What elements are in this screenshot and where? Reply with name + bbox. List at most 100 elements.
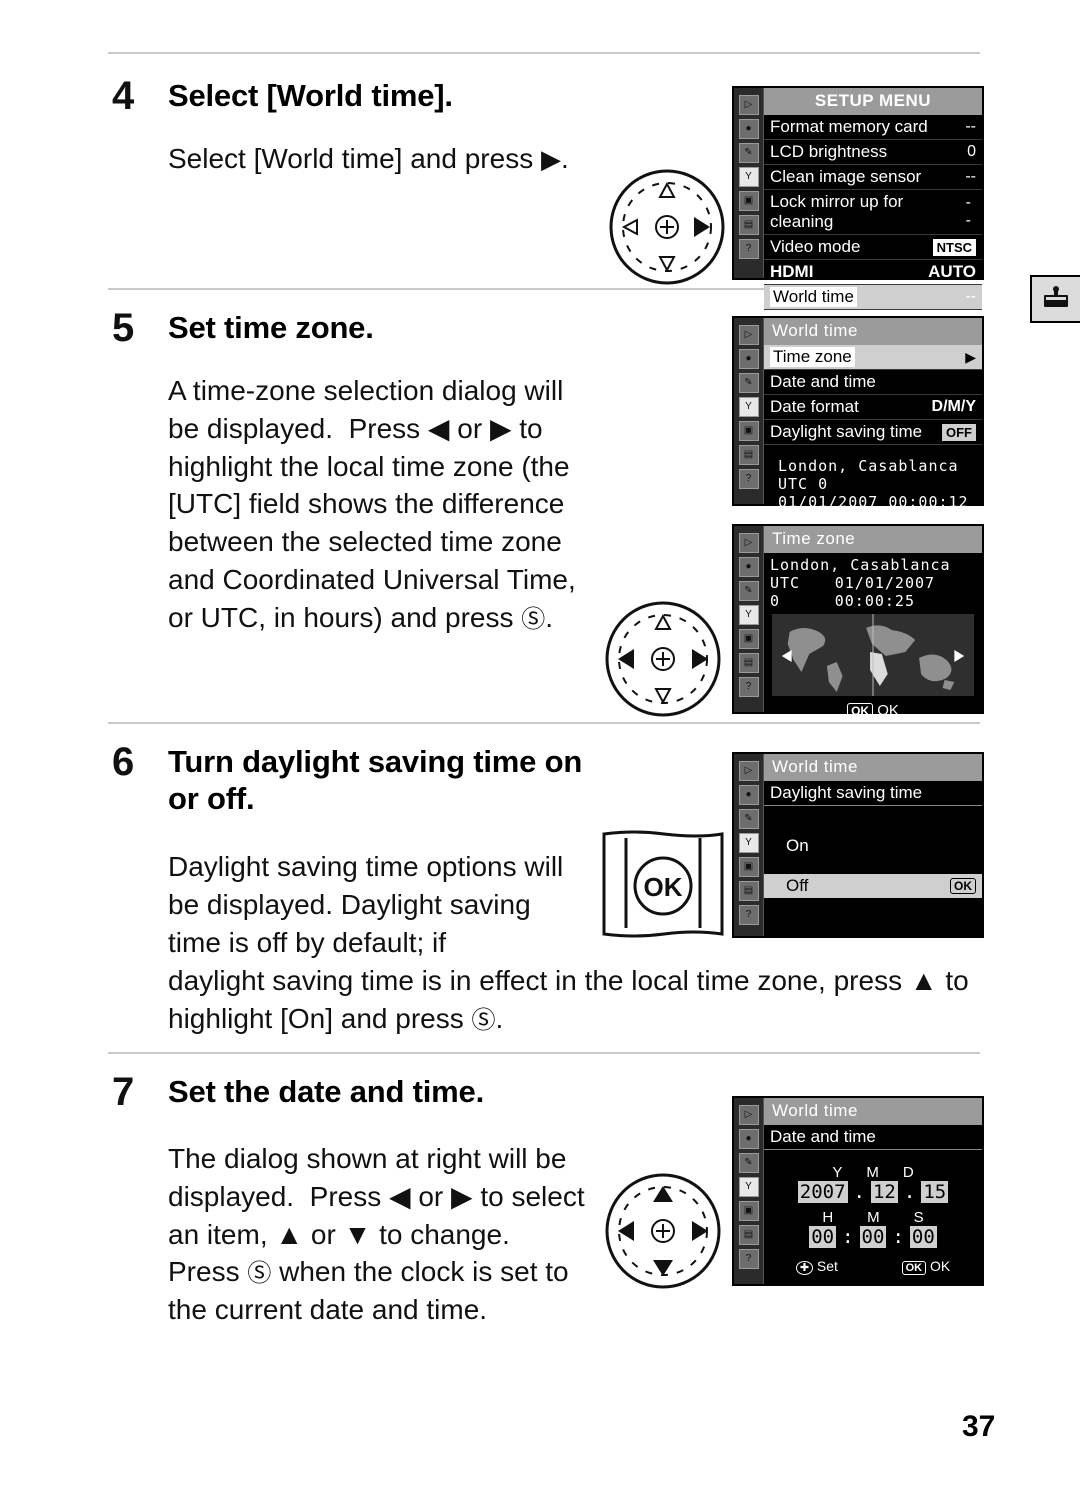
recent-settings-icon-3[interactable]: ▤: [738, 653, 759, 673]
step-6-body-2: daylight saving time is in effect in the…: [168, 965, 969, 1034]
dt-value-day[interactable]: 15: [921, 1181, 949, 1203]
menu-rail-2: ▷ ● ✎ Y ▣ ▤ ?: [734, 318, 764, 504]
playback-menu-icon-5[interactable]: ▷: [738, 1105, 759, 1125]
shooting-menu-icon-5[interactable]: ●: [738, 1129, 759, 1149]
help-icon-5[interactable]: ?: [738, 1249, 759, 1269]
divider-step6: [108, 722, 980, 724]
wt-row-dateformat-value: D/M/Y: [931, 398, 976, 415]
help-icon-2[interactable]: ?: [738, 469, 759, 489]
playback-menu-icon-3[interactable]: ▷: [738, 533, 759, 553]
custom-settings-icon-4[interactable]: ✎: [738, 809, 759, 829]
menu-row-video[interactable]: Video mode NTSC: [764, 235, 982, 260]
dst-option-off[interactable]: Off OK: [764, 874, 982, 898]
screen-world-time: ▷ ● ✎ Y ▣ ▤ ? World time Time zone ▶ Dat…: [732, 316, 984, 511]
left-arrow-glyph-1: ◀: [427, 412, 450, 444]
playback-menu-icon[interactable]: ▷: [738, 95, 759, 115]
setup-menu-icon-rail-5[interactable]: Y: [738, 1177, 759, 1197]
menu-row-hdmi[interactable]: HDMI AUTO: [764, 260, 982, 285]
wt-row-timezone[interactable]: Time zone ▶: [764, 345, 982, 370]
dt-fields: Y M D 2007 . 12 . 15 H M S 00: 00: 00: [764, 1150, 982, 1248]
menu-row-format-value: --: [965, 118, 976, 135]
shooting-menu-icon[interactable]: ●: [738, 119, 759, 139]
dt-hms-values[interactable]: 00 : 00 : 00: [764, 1226, 982, 1248]
custom-settings-icon-3[interactable]: ✎: [738, 581, 759, 601]
dt-value-month[interactable]: 12: [870, 1181, 898, 1203]
dt-value-minute[interactable]: 00: [859, 1226, 887, 1248]
left-arrow-glyph-2: ◀: [389, 1180, 411, 1212]
tz-location: London, Casablanca: [770, 556, 951, 574]
setup-menu-icon-rail[interactable]: Y: [738, 167, 759, 187]
setup-menu-body: SETUP MENU Format memory card -- LCD brig…: [764, 88, 982, 335]
step-6-heading: Turn daylight saving time on or off.: [168, 744, 583, 816]
date-time-body: World time Date and time Y M D 2007 . 12…: [764, 1098, 982, 1284]
wt-row-dateformat[interactable]: Date format D/M/Y: [764, 395, 982, 420]
playback-menu-icon-4[interactable]: ▷: [738, 761, 759, 781]
dst-option-on[interactable]: On: [764, 834, 982, 858]
multi-selector-diagram-1: [608, 168, 726, 286]
recent-settings-icon[interactable]: ▤: [738, 215, 759, 235]
retouch-menu-icon-5[interactable]: ▣: [738, 1201, 759, 1221]
tz-ok-hint: OK OK: [764, 702, 982, 719]
wt-info-location: London, Casablanca: [778, 457, 959, 475]
help-icon[interactable]: ?: [738, 239, 759, 259]
menu-row-hdmi-label: HDMI: [770, 262, 814, 281]
wt-row-dst-value: OFF: [942, 423, 976, 441]
dt-value-second[interactable]: 00: [909, 1226, 937, 1248]
world-time-title: World time: [764, 318, 982, 345]
custom-settings-icon[interactable]: ✎: [738, 143, 759, 163]
shooting-menu-icon-2[interactable]: ●: [738, 349, 759, 369]
svg-text:OK: OK: [644, 872, 683, 902]
retouch-menu-icon[interactable]: ▣: [738, 191, 759, 211]
dt-value-year[interactable]: 2007: [797, 1181, 848, 1203]
step-5-body: A time-zone selection dialog will be dis…: [168, 375, 576, 633]
ok-button-diagram: OK: [600, 828, 726, 938]
shooting-menu-icon-4[interactable]: ●: [738, 785, 759, 805]
dt-ymd-labels: Y M D: [764, 1164, 982, 1181]
retouch-menu-icon-2[interactable]: ▣: [738, 421, 759, 441]
dst-title: World time: [764, 754, 982, 781]
menu-row-clean-label: Clean image sensor: [770, 167, 922, 186]
dst-subtitle-row: Daylight saving time: [764, 781, 982, 806]
shooting-menu-icon-3[interactable]: ●: [738, 557, 759, 577]
dt-ymd-values[interactable]: 2007 . 12 . 15: [764, 1181, 982, 1203]
dt-ok-label: OK: [929, 1258, 951, 1274]
tz-info: London, Casablanca UTC 0 01/01/2007 00:0…: [764, 553, 982, 610]
wt-row-dateformat-label: Date format: [770, 397, 859, 416]
recent-settings-icon-4[interactable]: ▤: [738, 881, 759, 901]
setup-menu-icon-rail-2[interactable]: Y: [738, 397, 759, 417]
menu-row-lcd[interactable]: LCD brightness 0: [764, 140, 982, 165]
step-5-heading: Set time zone.: [168, 310, 374, 345]
setup-menu-icon-rail-3[interactable]: Y: [738, 605, 759, 625]
screen-time-zone: ▷ ● ✎ Y ▣ ▤ ? Time zone London, Casablan…: [732, 524, 984, 719]
step-7-number: 7: [112, 1070, 135, 1114]
retouch-menu-icon-4[interactable]: ▣: [738, 857, 759, 877]
help-icon-4[interactable]: ?: [738, 905, 759, 925]
recent-settings-icon-5[interactable]: ▤: [738, 1225, 759, 1245]
playback-menu-icon-2[interactable]: ▷: [738, 325, 759, 345]
dst-spacer: [764, 806, 982, 834]
step-7-heading: Set the date and time.: [168, 1074, 484, 1109]
multi-selector-diagram-3: [604, 1172, 722, 1290]
setup-menu-icon-rail-4[interactable]: Y: [738, 833, 759, 853]
step-7-body: The dialog shown at right will be displa…: [168, 1143, 585, 1326]
menu-rail: ▷ ● ✎ Y ▣ ▤ ?: [734, 88, 764, 278]
menu-row-clean[interactable]: Clean image sensor --: [764, 165, 982, 190]
wt-row-dst[interactable]: Daylight saving time OFF: [764, 420, 982, 445]
menu-row-format[interactable]: Format memory card --: [764, 115, 982, 140]
time-zone-body: Time zone London, Casablanca UTC 0 01/01…: [764, 526, 982, 719]
menu-row-worldtime[interactable]: World time --: [764, 285, 982, 310]
divider-top: [108, 52, 980, 54]
menu-rail-3: ▷ ● ✎ Y ▣ ▤ ?: [734, 526, 764, 712]
retouch-menu-icon-3[interactable]: ▣: [738, 629, 759, 649]
wt-row-datetime[interactable]: Date and time: [764, 370, 982, 395]
dt-hints: ✚ Set OK OK: [764, 1258, 982, 1275]
menu-row-lockmirror[interactable]: Lock mirror up for cleaning --: [764, 190, 982, 235]
custom-settings-icon-5[interactable]: ✎: [738, 1153, 759, 1173]
custom-settings-icon-2[interactable]: ✎: [738, 373, 759, 393]
tz-world-map[interactable]: [772, 614, 974, 696]
help-icon-3[interactable]: ?: [738, 677, 759, 697]
dt-ok-hint: OK OK: [901, 1258, 951, 1275]
recent-settings-icon-2[interactable]: ▤: [738, 445, 759, 465]
ok-glyph-2: Ⓢ: [471, 1006, 496, 1034]
dt-value-hour[interactable]: 00: [809, 1226, 837, 1248]
